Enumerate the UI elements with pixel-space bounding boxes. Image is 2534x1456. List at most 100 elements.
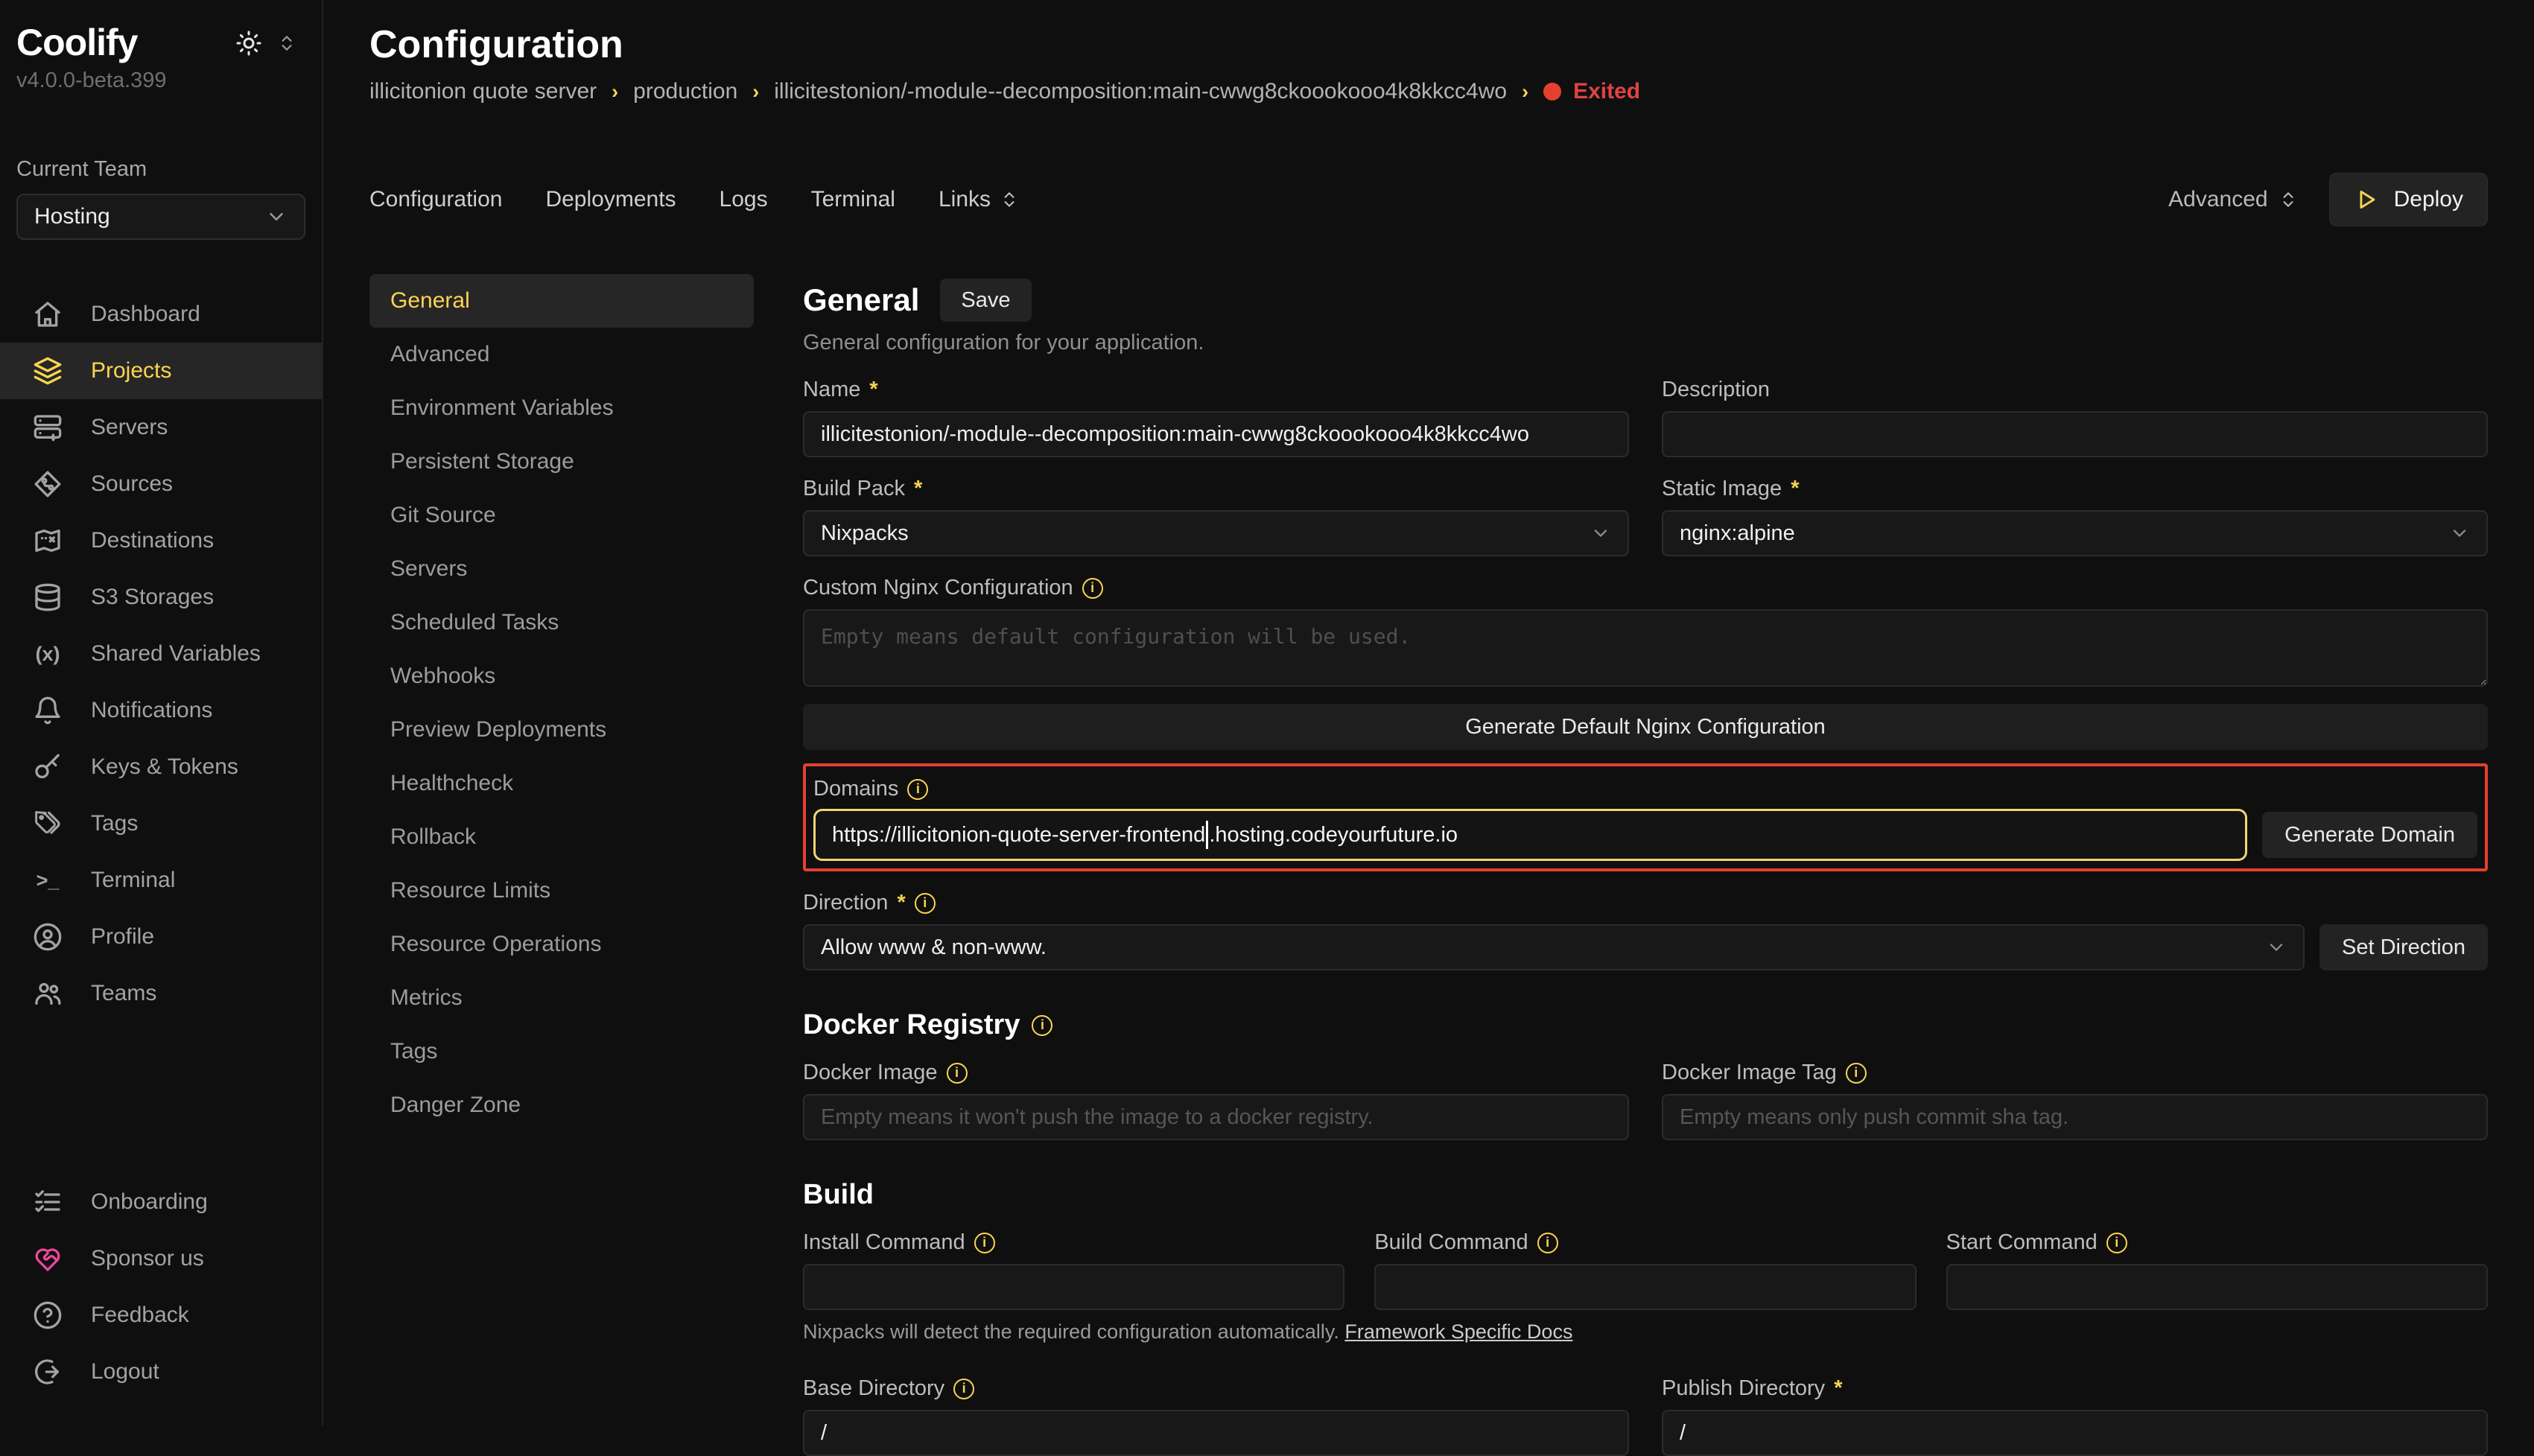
description-input[interactable] <box>1662 411 2488 457</box>
section-nav-tags[interactable]: Tags <box>369 1025 754 1078</box>
breadcrumb-environment[interactable]: production <box>633 79 737 104</box>
save-button[interactable]: Save <box>940 279 1031 322</box>
build-pack-select[interactable]: Nixpacks <box>803 510 1629 556</box>
general-heading: General <box>803 282 919 318</box>
section-nav-persistent-storage[interactable]: Persistent Storage <box>369 435 754 489</box>
section-nav-servers[interactable]: Servers <box>369 542 754 596</box>
section-nav-rollback[interactable]: Rollback <box>369 810 754 864</box>
framework-docs-link[interactable]: Framework Specific Docs <box>1344 1320 1572 1343</box>
breadcrumb-project[interactable]: illicitonion quote server <box>369 79 597 104</box>
sidebar-item-sponsor-us[interactable]: Sponsor us <box>0 1230 322 1287</box>
info-icon[interactable]: i <box>2106 1233 2127 1253</box>
theme-select-chevrons-icon[interactable] <box>277 34 296 53</box>
info-icon[interactable]: i <box>1082 578 1103 599</box>
tab-configuration[interactable]: Configuration <box>369 187 502 212</box>
section-nav-preview-deployments[interactable]: Preview Deployments <box>369 703 754 757</box>
sidebar-item-notifications[interactable]: Notifications <box>0 682 322 739</box>
section-nav-resource-operations[interactable]: Resource Operations <box>369 918 754 971</box>
static-image-value: nginx:alpine <box>1680 521 1795 546</box>
docker-image-tag-input[interactable] <box>1662 1094 2488 1140</box>
tab-deployments[interactable]: Deployments <box>545 187 676 212</box>
info-icon[interactable]: i <box>1032 1015 1052 1036</box>
theme-toggle-sun-icon[interactable] <box>235 30 262 57</box>
info-icon[interactable]: i <box>953 1379 974 1399</box>
variables-icon: (x) <box>33 643 63 666</box>
base-directory-input[interactable] <box>803 1410 1629 1456</box>
sidebar-item-teams[interactable]: Teams <box>0 965 322 1022</box>
info-icon[interactable]: i <box>907 779 928 800</box>
section-nav-environment-variables[interactable]: Environment Variables <box>369 381 754 435</box>
custom-nginx-textarea[interactable] <box>803 609 2488 687</box>
sidebar-item-sources[interactable]: Sources <box>0 456 322 512</box>
breadcrumb-application[interactable]: illicitestonion/-module--decomposition:m… <box>774 79 1507 104</box>
section-nav-healthcheck[interactable]: Healthcheck <box>369 757 754 810</box>
info-icon[interactable]: i <box>947 1063 968 1084</box>
direction-label: Direction* i <box>803 891 2488 915</box>
static-image-select[interactable]: nginx:alpine <box>1662 510 2488 556</box>
advanced-menu[interactable]: Advanced <box>2168 187 2297 212</box>
start-command-input[interactable] <box>1946 1264 2488 1310</box>
section-nav-scheduled-tasks[interactable]: Scheduled Tasks <box>369 596 754 649</box>
start-command-field-group: Start Command i <box>1946 1211 2488 1310</box>
set-direction-button[interactable]: Set Direction <box>2319 924 2488 970</box>
section-nav-danger-zone[interactable]: Danger Zone <box>369 1078 754 1132</box>
sidebar-item-terminal[interactable]: >_ Terminal <box>0 852 322 909</box>
sidebar-item-label: Projects <box>91 358 171 384</box>
section-nav-resource-limits[interactable]: Resource Limits <box>369 864 754 918</box>
app-logo: Coolify <box>16 21 137 64</box>
info-icon[interactable]: i <box>974 1233 995 1253</box>
deploy-button-label: Deploy <box>2394 187 2463 212</box>
build-command-input[interactable] <box>1374 1264 1916 1310</box>
generate-nginx-button[interactable]: Generate Default Nginx Configuration <box>803 704 2488 750</box>
chevron-down-icon <box>2266 937 2287 958</box>
section-nav-metrics[interactable]: Metrics <box>369 971 754 1025</box>
sidebar-item-label: Servers <box>91 415 168 440</box>
section-nav-git-source[interactable]: Git Source <box>369 489 754 542</box>
info-icon[interactable]: i <box>1846 1063 1867 1084</box>
heart-hands-icon <box>33 1244 63 1274</box>
bell-icon <box>33 696 63 725</box>
section-nav-general[interactable]: General <box>369 274 754 328</box>
domains-value-before-cursor: https://illicitonion-quote-server-fronte… <box>832 823 1205 848</box>
section-nav-advanced[interactable]: Advanced <box>369 328 754 381</box>
sidebar-item-destinations[interactable]: Destinations <box>0 512 322 569</box>
sidebar-item-feedback[interactable]: Feedback <box>0 1287 322 1344</box>
sidebar-item-dashboard[interactable]: Dashboard <box>0 286 322 343</box>
status-dot-icon <box>1543 83 1561 101</box>
docker-image-input[interactable] <box>803 1094 1629 1140</box>
domains-input[interactable]: https://illicitonion-quote-server-fronte… <box>813 809 2247 861</box>
sidebar-item-projects[interactable]: Projects <box>0 343 322 399</box>
sidebar-item-label: Tags <box>91 811 138 836</box>
tab-terminal[interactable]: Terminal <box>811 187 895 212</box>
advanced-menu-label: Advanced <box>2168 187 2267 212</box>
deploy-button[interactable]: Deploy <box>2329 173 2488 226</box>
sidebar-item-s3-storages[interactable]: S3 Storages <box>0 569 322 626</box>
sidebar-item-logout[interactable]: Logout <box>0 1344 322 1400</box>
tab-links[interactable]: Links <box>939 187 1019 212</box>
base-directory-field-group: Base Directory i <box>803 1344 1629 1456</box>
sidebar-item-label: Terminal <box>91 868 175 893</box>
sidebar-item-keys-tokens[interactable]: Keys & Tokens <box>0 739 322 795</box>
publish-directory-input[interactable] <box>1662 1410 2488 1456</box>
sidebar-item-profile[interactable]: Profile <box>0 909 322 965</box>
info-icon[interactable]: i <box>915 893 936 914</box>
sidebar-item-tags[interactable]: Tags <box>0 795 322 852</box>
terminal-prompt-icon: >_ <box>33 869 63 892</box>
name-input[interactable] <box>803 411 1629 457</box>
static-image-label: Static Image* <box>1662 477 2488 501</box>
required-asterisk: * <box>914 477 922 501</box>
section-nav-webhooks[interactable]: Webhooks <box>369 649 754 703</box>
name-label: Name* <box>803 378 1629 402</box>
sidebar-item-onboarding[interactable]: Onboarding <box>0 1174 322 1230</box>
sidebar-item-shared-variables[interactable]: (x) Shared Variables <box>0 626 322 682</box>
breadcrumb: illicitonion quote server › production ›… <box>369 79 2488 104</box>
sidebar-item-servers[interactable]: Servers <box>0 399 322 456</box>
team-select[interactable]: Hosting <box>16 194 305 240</box>
generate-domain-button[interactable]: Generate Domain <box>2262 812 2477 858</box>
general-subtitle: General configuration for your applicati… <box>803 331 2488 355</box>
build-pack-label: Build Pack* <box>803 477 1629 501</box>
direction-select[interactable]: Allow www & non-www. <box>803 924 2305 970</box>
tab-logs[interactable]: Logs <box>720 187 768 212</box>
install-command-input[interactable] <box>803 1264 1344 1310</box>
info-icon[interactable]: i <box>1537 1233 1558 1253</box>
